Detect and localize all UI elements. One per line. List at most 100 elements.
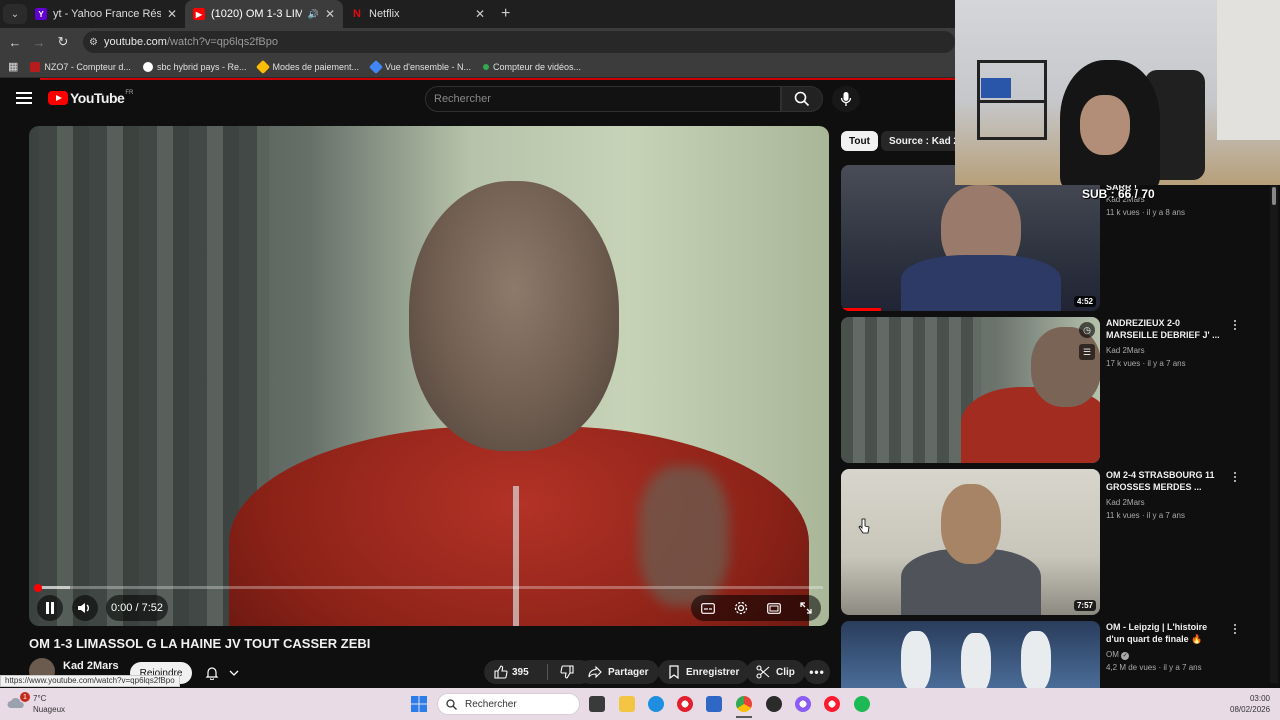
webcam-face [1080, 95, 1130, 155]
youtube-logo[interactable]: YouTube FR [48, 90, 133, 106]
settings-gear-icon[interactable] [734, 601, 748, 615]
bookmark-item[interactable]: Vue d'ensemble - N... [368, 59, 471, 74]
url-text: youtube.com/watch?v=qp6lqs2fBpo [103, 36, 278, 48]
google-icon [142, 61, 153, 72]
progress-bar[interactable] [37, 586, 823, 589]
volume-button[interactable] [72, 595, 98, 621]
chrome-icon[interactable] [736, 696, 752, 712]
start-button[interactable] [411, 696, 427, 712]
theater-mode-icon[interactable] [766, 602, 781, 614]
bookmark-item[interactable]: NZO7 - Compteur d... [30, 61, 131, 72]
taskbar-search-input[interactable]: Rechercher [437, 693, 580, 715]
opera-browser-icon[interactable] [824, 696, 840, 712]
scrollbar-thumb[interactable] [1272, 187, 1276, 205]
tab-search-button[interactable]: ⌄ [3, 4, 27, 24]
apps-grid-icon[interactable]: ▦ [8, 60, 18, 73]
active-app-indicator [736, 716, 752, 718]
search-icon [446, 698, 457, 710]
dot-icon [482, 63, 489, 70]
like-count[interactable]: 395 [512, 667, 529, 678]
recommended-channel[interactable]: Kad 2Mars [1106, 346, 1145, 355]
recommended-thumbnail[interactable] [841, 621, 1100, 688]
chevron-down-icon [229, 670, 239, 676]
scrollbar[interactable] [1270, 185, 1278, 683]
clip-button[interactable]: Clip [746, 660, 805, 684]
recommended-thumbnail[interactable]: 7:57 [841, 469, 1100, 615]
voice-search-button[interactable] [832, 86, 860, 112]
obs-icon[interactable] [766, 696, 782, 712]
progress-scrubber[interactable] [34, 584, 42, 592]
windows-taskbar [0, 688, 1280, 720]
taskbar-clock[interactable]: 03:00 08/02/2026 [1230, 693, 1270, 715]
speaker-icon[interactable]: 🔊 [308, 9, 319, 20]
video-duration: 7:57 [1073, 600, 1096, 611]
bookmark-icon [669, 665, 679, 679]
new-tab-button[interactable]: + [501, 5, 510, 23]
spotify-icon[interactable] [854, 696, 870, 712]
recommended-channel[interactable]: Kad 2Mars [1106, 498, 1145, 507]
weather-widget[interactable]: 7°C Nuageux [33, 693, 65, 715]
share-icon [588, 666, 602, 678]
task-view-icon[interactable] [589, 696, 605, 712]
save-button[interactable]: Enregistrer [658, 660, 750, 684]
close-icon[interactable]: ✕ [167, 7, 177, 21]
webcam-shelf-divider [977, 100, 1047, 103]
clock-date: 08/02/2026 [1230, 705, 1271, 714]
more-actions-button[interactable]: ••• [804, 660, 830, 684]
fullscreen-icon[interactable] [799, 602, 812, 614]
close-icon[interactable]: ✕ [475, 7, 485, 21]
back-icon[interactable]: ← [3, 35, 27, 50]
search-button[interactable] [781, 86, 823, 112]
video-frame-head [409, 181, 619, 451]
like-dislike-group: 395 [484, 660, 592, 684]
file-explorer-icon[interactable] [619, 696, 635, 712]
chip-all[interactable]: Tout [841, 131, 878, 151]
edge-icon[interactable] [648, 696, 664, 712]
video-title: OM 1-3 LIMASSOL G LA HAINE JV TOUT CASSE… [29, 636, 371, 651]
channel-name[interactable]: Kad 2Mars [63, 660, 119, 672]
more-options-icon[interactable] [1232, 472, 1238, 482]
clip-label: Clip [776, 666, 795, 678]
video-player[interactable] [29, 126, 829, 626]
recommended-title[interactable]: OM - Leipzig | L'histoire d'un quart de … [1106, 621, 1226, 645]
bookmark-item[interactable]: Compteur de vidéos... [482, 62, 581, 72]
menu-icon[interactable] [16, 92, 32, 104]
search-placeholder: Rechercher [434, 93, 491, 105]
video-duration: 4:52 [1073, 296, 1096, 307]
opera-icon[interactable] [677, 696, 693, 712]
recommended-title[interactable]: ANDREZIEUX 2-0 MARSEILLE DEBRIEF J' ... [1106, 317, 1226, 341]
chip-label: Tout [849, 135, 870, 147]
share-button[interactable]: Partager [578, 660, 659, 684]
bookmark-item[interactable]: sbc hybrid pays - Re... [142, 61, 246, 72]
webcam-overlay [955, 0, 1280, 185]
recommended-channel[interactable]: OM ✓ [1106, 650, 1130, 660]
thumbs-up-icon[interactable] [494, 665, 508, 679]
address-bar-row: ← → ↻ ⚙ youtube.com/watch?v=qp6lqs2fBpo [0, 28, 955, 56]
windows-icon [411, 696, 427, 712]
site-info-icon[interactable]: ⚙ [89, 37, 98, 48]
recommended-thumbnail[interactable]: ◷ ☰ [841, 317, 1100, 463]
recommended-thumbnail[interactable]: 4:52 [841, 165, 1100, 311]
more-options-icon[interactable] [1232, 624, 1238, 634]
more-options-icon[interactable] [1232, 320, 1238, 330]
recommended-title[interactable]: OM 2-4 STRASBOURG 11 GROSSES MERDES ... [1106, 469, 1226, 493]
reload-icon[interactable]: ↻ [51, 34, 75, 50]
subscribe-bell-button[interactable] [200, 662, 244, 684]
search-input[interactable]: Rechercher [425, 86, 781, 112]
browser-tab[interactable]: Y yt - Yahoo France Résultats de ✕ [27, 0, 185, 28]
browser-tab-active[interactable]: ▶ (1020) OM 1-3 LIMASSOL G 🔊 ✕ [185, 0, 343, 28]
watch-later-icon[interactable]: ◷ [1079, 322, 1095, 338]
player-right-controls [691, 595, 821, 621]
close-icon[interactable]: ✕ [325, 7, 335, 21]
bookmark-item[interactable]: Modes de paiement... [256, 59, 359, 74]
forward-icon[interactable]: → [27, 35, 51, 50]
url-input[interactable]: ⚙ youtube.com/watch?v=qp6lqs2fBpo [83, 31, 955, 53]
opera-gx-icon[interactable] [795, 696, 811, 712]
add-to-queue-icon[interactable]: ☰ [1079, 344, 1095, 360]
thumbs-down-icon[interactable] [560, 665, 574, 679]
subtitles-icon[interactable] [700, 602, 715, 614]
pause-icon [46, 602, 54, 614]
browser-tab[interactable]: N Netflix ✕ [343, 0, 493, 28]
store-icon[interactable] [706, 696, 722, 712]
pause-button[interactable] [37, 595, 63, 621]
